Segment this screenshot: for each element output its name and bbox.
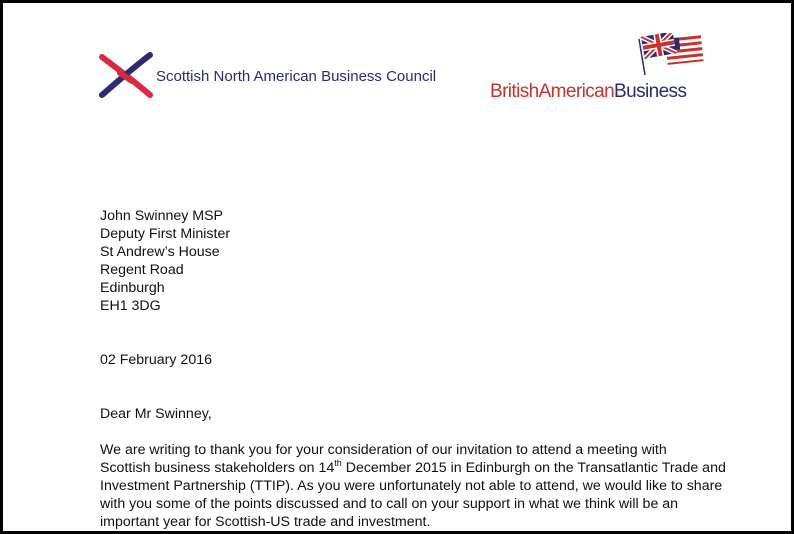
body-line: We are writing to thank you for your con… <box>100 442 667 458</box>
wordmark-british: British <box>490 81 539 102</box>
document-page: Scottish North American Business Council <box>0 0 794 534</box>
british-american-business-logo: BritishAmericanBusiness <box>490 29 710 105</box>
address-line: John Swinney MSP <box>100 208 224 224</box>
address-line: Regent Road <box>100 262 184 278</box>
snabc-logo: Scottish North American Business Council <box>98 48 436 102</box>
address-line: Deputy First Minister <box>100 226 231 242</box>
address-line: St Andrew’s House <box>100 244 220 260</box>
address-line: Edinburgh <box>100 280 165 296</box>
council-name: Scottish North American Business Council <box>156 67 437 85</box>
address-line: EH1 3DG <box>100 298 161 314</box>
body-text: Scottish business stakeholders on 14 <box>100 460 335 476</box>
body-line: with you some of the points discussed an… <box>100 496 679 512</box>
body-paragraph: We are writing to thank you for your con… <box>100 441 726 531</box>
ordinal-suffix: th <box>334 458 342 468</box>
salutation: Dear Mr Swinney, <box>100 406 212 422</box>
bab-wordmark: BritishAmericanBusiness <box>490 81 687 103</box>
wordmark-business: Business <box>614 81 687 102</box>
body-line: important year for Scottish-US trade and… <box>100 514 431 530</box>
body-line: Investment Partnership (TTIP). As you we… <box>100 478 723 494</box>
letter-date: 02 February 2016 <box>100 352 212 368</box>
recipient-address: John Swinney MSP Deputy First Minister S… <box>100 207 230 315</box>
wordmark-american: American <box>538 81 615 102</box>
x-cross-logo-icon <box>98 49 154 101</box>
union-jack-us-flag-icon <box>635 29 705 82</box>
body-text: December 2015 in Edinburgh on the Transa… <box>341 460 726 476</box>
body-line: Scottish business stakeholders on 14th D… <box>100 458 726 477</box>
